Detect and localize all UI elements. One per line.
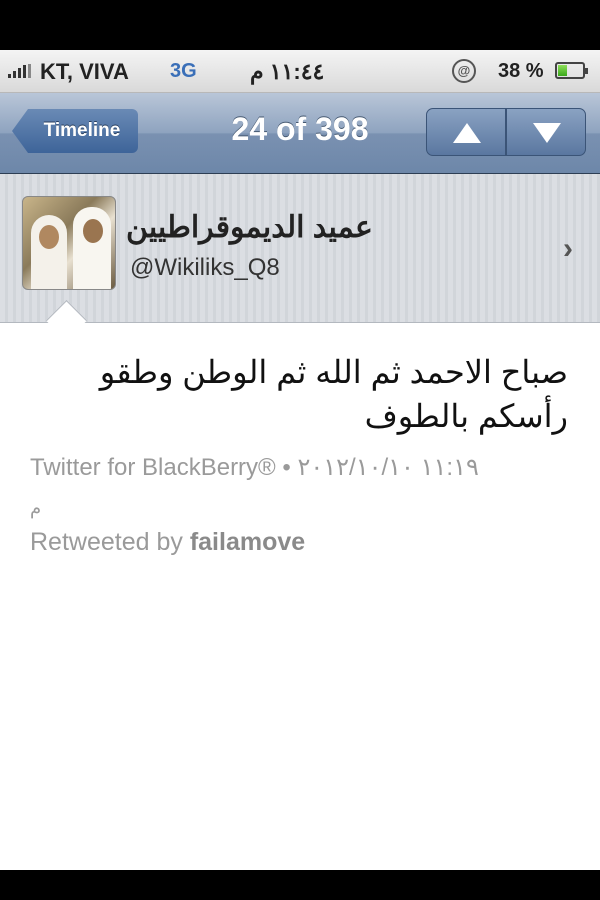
- retweeted-by-line: Retweeted by failamove: [30, 528, 305, 557]
- back-button[interactable]: Timeline: [12, 109, 138, 153]
- avatar[interactable]: [22, 196, 116, 290]
- next-tweet-button[interactable]: [506, 108, 586, 156]
- avatar-face: [39, 225, 59, 249]
- tweet-meta: Twitter for BlackBerry® • ١١:١٩ ٢٠١٢/١٠/…: [30, 450, 570, 526]
- back-button-label: Timeline: [43, 120, 121, 141]
- tweet-timestamp: • ١١:١٩ ٢٠١٢/١٠/١٠: [282, 454, 479, 481]
- battery-percent: 38 %: [498, 60, 544, 82]
- signal-icon: [8, 64, 31, 78]
- page-title: 24 of 398: [231, 111, 369, 147]
- retweeted-by-prefix: Retweeted by: [30, 528, 183, 556]
- status-bar: KT, VIVA 3G ١١:٤٤ م @ 38 %: [0, 50, 600, 93]
- navigation-bar: Timeline 24 of 398: [0, 93, 600, 174]
- user-handle: @Wikiliks_Q8: [130, 254, 280, 281]
- tweet-am-pm: م: [30, 498, 42, 518]
- retweeter-name[interactable]: failamove: [190, 528, 305, 556]
- battery-icon: [555, 62, 588, 79]
- status-time: ١١:٤٤ م: [250, 59, 325, 84]
- carrier-name: KT, VIVA: [40, 59, 129, 84]
- phone-screen: KT, VIVA 3G ١١:٤٤ م @ 38 % Timeline 24 o…: [0, 50, 600, 870]
- up-arrow-icon: [453, 123, 481, 143]
- previous-tweet-button[interactable]: [426, 108, 506, 156]
- tweet-text: صباح الاحمد ثم الله ثم الوطن وطقو رأسكم …: [99, 354, 568, 434]
- battery-fill: [558, 65, 567, 76]
- network-type: 3G: [170, 60, 197, 82]
- down-arrow-icon: [533, 123, 561, 143]
- rotation-lock-icon: @: [452, 59, 476, 83]
- user-display-name: عميد الديموقراطيين: [126, 211, 373, 244]
- avatar-face: [83, 219, 103, 243]
- profile-header[interactable]: عميد الديموقراطيين @Wikiliks_Q8 ›: [0, 174, 600, 323]
- chevron-right-icon[interactable]: ›: [563, 232, 573, 266]
- tweet-source[interactable]: Twitter for BlackBerry®: [30, 454, 276, 481]
